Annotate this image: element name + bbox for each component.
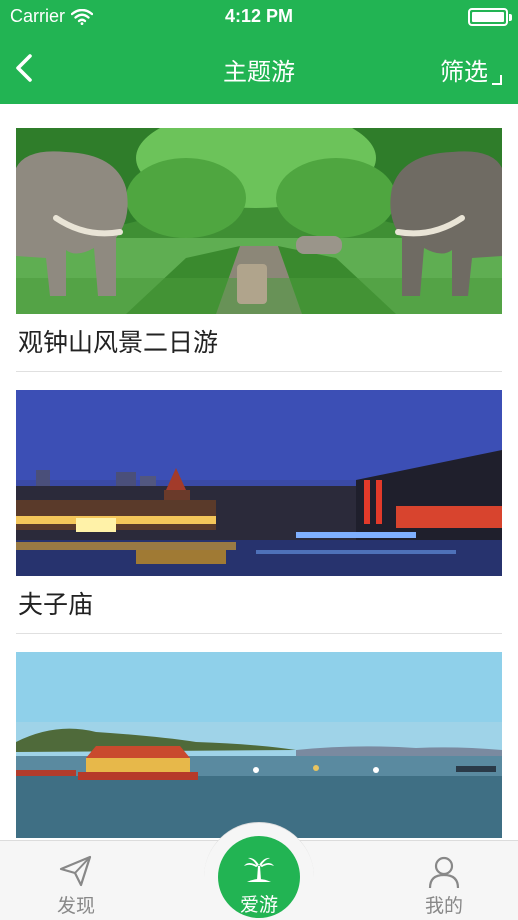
tour-title: 观钟山风景二日游 — [16, 314, 502, 372]
app-header: Carrier 4:12 PM 主题游 筛选 — [0, 0, 518, 104]
battery-icon — [468, 8, 512, 26]
tour-title: 夫子庙 — [16, 576, 502, 634]
person-icon — [428, 856, 460, 889]
tab-love-travel[interactable]: 爱游 — [204, 822, 314, 920]
filter-label: 筛选 — [440, 58, 488, 86]
status-time: 4:12 PM — [224, 6, 294, 26]
tab-discover[interactable]: 发现 — [16, 841, 136, 920]
nav-bar: 主题游 筛选 — [0, 34, 518, 104]
tour-list: 观钟山风景二日游 夫子庙 — [0, 104, 518, 840]
filter-button[interactable]: 筛选 — [440, 52, 502, 87]
tab-mine[interactable]: 我的 — [384, 841, 504, 920]
corner-mark-icon — [492, 75, 502, 85]
tour-photo — [16, 652, 502, 838]
tour-card[interactable]: 观钟山风景二日游 — [16, 128, 502, 372]
tab-love-label: 爱游 — [239, 894, 278, 916]
tab-discover-label: 发现 — [56, 895, 95, 917]
tour-card[interactable]: 夫子庙 — [16, 390, 502, 634]
palm-island-icon — [244, 857, 274, 882]
tour-photo — [16, 128, 502, 314]
paper-plane-icon — [59, 855, 92, 887]
status-bar: Carrier 4:12 PM — [0, 0, 518, 34]
tab-mine-label: 我的 — [424, 895, 463, 917]
tour-card[interactable] — [16, 652, 502, 840]
tour-photo — [16, 390, 502, 576]
